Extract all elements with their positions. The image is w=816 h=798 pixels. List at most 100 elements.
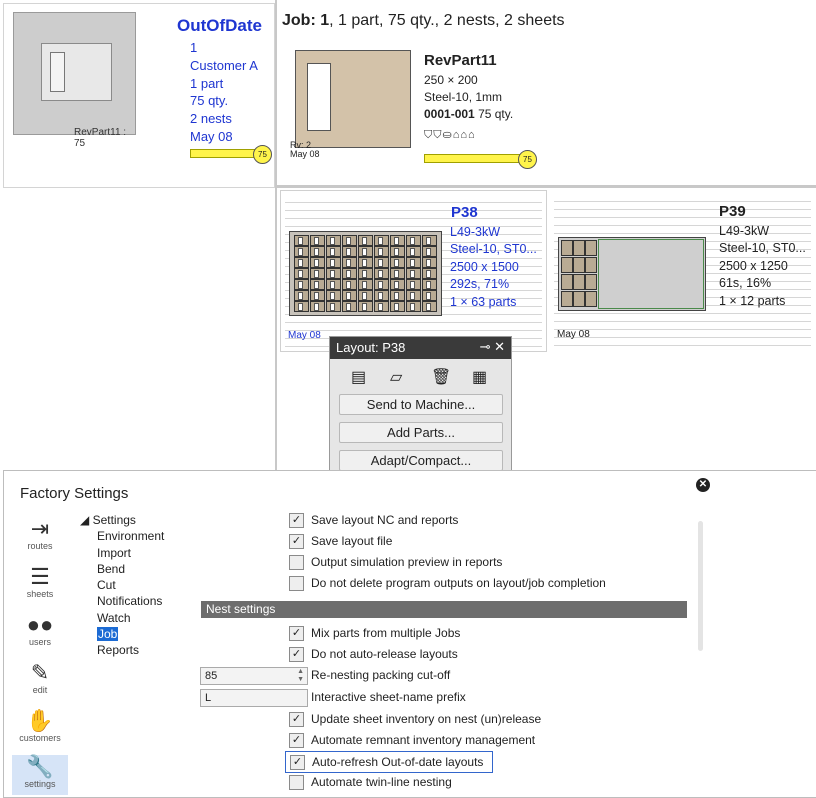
signpost-icon: ⇥ [30, 516, 50, 541]
section-header-nest-settings: Nest settings [201, 601, 687, 618]
tree-item-watch[interactable]: Watch [80, 610, 164, 626]
nested-part [342, 279, 357, 290]
nested-part [561, 257, 573, 273]
nested-part [310, 235, 325, 246]
job-status: OutOfDate [177, 16, 262, 35]
nest-stats: 292s, 71% [450, 277, 510, 292]
nested-part [294, 257, 309, 268]
sidebar-item-users[interactable]: ●● users [12, 613, 68, 648]
nested-part [561, 240, 573, 256]
option-auto-refresh[interactable]: ✓ Auto-refresh Out-of-date layouts [285, 751, 493, 773]
nest-parts: 1 × 12 parts [719, 293, 786, 308]
tree-item-import[interactable]: Import [80, 545, 164, 561]
nest-sheet-preview [558, 237, 706, 311]
layout-popup-name: P38 [382, 340, 406, 355]
tree-item-environment[interactable]: Environment [80, 528, 164, 544]
checkbox[interactable]: ✓ [289, 513, 304, 528]
document-icon[interactable]: ▤ [351, 367, 366, 387]
checkbox[interactable]: ✓ [289, 534, 304, 549]
job-number: 1 [190, 40, 198, 55]
tree-item-cut[interactable]: Cut [80, 577, 164, 593]
nested-part [326, 279, 341, 290]
part-date: May 08 [290, 149, 320, 159]
nested-part [358, 279, 373, 290]
nested-part [294, 268, 309, 279]
job-card[interactable]: RevPart11 : 75 OutOfDate 1 Customer A 1 … [3, 3, 275, 188]
nested-part [406, 290, 421, 301]
vertical-scrollbar[interactable] [698, 521, 703, 651]
nested-part [374, 301, 389, 312]
part-details: 250 × 200 Steel-10, 1mm 0001-001 75 qty. [424, 72, 513, 123]
sidebar-item-edit[interactable]: ✎ edit [12, 660, 68, 696]
checkbox[interactable]: ✓ [289, 712, 304, 727]
trash-icon[interactable]: 🗑 [431, 367, 451, 387]
sidebar-item-customers[interactable]: ✋ customers [12, 709, 68, 744]
factory-settings-panel: Factory Settings ✕ ⇥ routes ☰ sheets ●● … [3, 470, 816, 798]
nest-details: L49-3kW Steel-10, ST0... 2500 x 1250 61s… [719, 223, 806, 310]
checkbox[interactable] [289, 775, 304, 790]
settings-tree: ◢ Settings Environment Import Bend Cut N… [80, 512, 164, 659]
checkbox[interactable] [289, 555, 304, 570]
report-icon[interactable]: ▦ [472, 367, 487, 387]
nest-card-p39[interactable]: P39 L49-3kW Steel-10, ST0... 2500 x 1250… [550, 190, 815, 350]
nested-part [310, 246, 325, 257]
nest-date: May 08 [557, 329, 590, 340]
checkbox[interactable]: ✓ [290, 755, 305, 770]
nest-details: L49-3kW Steel-10, ST0... 2500 x 1500 292… [450, 224, 537, 311]
sheet-name-prefix-input[interactable]: L [200, 689, 308, 707]
spinner-icon[interactable]: ▲ ▼ [297, 668, 304, 684]
pin-close-icon[interactable]: ⊸ ✕ [480, 339, 505, 355]
sidebar-item-settings[interactable]: 🔧 settings [12, 755, 68, 795]
pencil-icon: ✎ [30, 660, 50, 685]
layout-popup-title: Layout: [336, 340, 383, 355]
nested-part [390, 257, 405, 268]
job-header-summary: , 1 part, 75 qty., 2 nests, 2 sheets [329, 12, 565, 29]
checkbox[interactable] [289, 576, 304, 591]
sidebar-item-sheets[interactable]: ☰ sheets [12, 564, 68, 600]
adapt-compact-button[interactable]: Adapt/Compact... [339, 450, 503, 471]
layout-popup-header[interactable]: Layout: P38 ⊸ ✕ [330, 337, 511, 359]
nested-part [573, 291, 585, 307]
nest-sheet-size: 2500 x 1250 [719, 258, 788, 273]
nested-part [390, 268, 405, 279]
part-process-icons: ⛉⛉⛀⌂⌂⌂ [424, 129, 476, 141]
checkbox[interactable]: ✓ [289, 733, 304, 748]
nest-card-p38[interactable]: P38 L49-3kW Steel-10, ST0... 2500 x 1500… [280, 190, 547, 352]
nested-part [406, 301, 421, 312]
part-thumbnail[interactable] [295, 50, 411, 148]
panel-divider[interactable] [275, 0, 277, 470]
nested-part [390, 235, 405, 246]
part-progress-bar [424, 154, 524, 163]
tree-item-bend[interactable]: Bend [80, 561, 164, 577]
nest-material: Steel-10, ST0... [450, 242, 537, 257]
close-icon[interactable]: ✕ [696, 478, 710, 492]
layout-popup[interactable]: Layout: P38 ⊸ ✕ ▤ ▱ 🗑 ▦ Send to Machine.… [329, 336, 512, 478]
checkbox[interactable]: ✓ [289, 647, 304, 662]
wrench-icon: 🔧 [26, 754, 54, 779]
repacking-cutoff-input[interactable]: 85 ▲ ▼ [200, 667, 308, 685]
job-qty: 75 qty. [190, 93, 229, 109]
part-progress-badge: 75 [518, 150, 537, 169]
part-qty: 75 qty. [478, 107, 514, 121]
tree-root-settings[interactable]: ◢ Settings [80, 512, 164, 528]
tree-item-notifications[interactable]: Notifications [80, 593, 164, 609]
add-parts-button[interactable]: Add Parts... [339, 422, 503, 443]
sheets-icon: ☰ [30, 564, 50, 589]
job-part-count: 1 part [190, 75, 224, 91]
nested-part [310, 301, 325, 312]
repacking-label: Re-nesting packing cut-off [311, 668, 451, 682]
checkbox[interactable]: ✓ [289, 626, 304, 641]
nested-part [310, 257, 325, 268]
job-header: Job: 1, 1 part, 75 qty., 2 nests, 2 shee… [282, 12, 565, 30]
sidebar-item-routes[interactable]: ⇥ routes [12, 516, 68, 552]
nested-part [310, 290, 325, 301]
edit-document-icon[interactable]: ▱ [390, 367, 402, 387]
nested-part [358, 235, 373, 246]
sidebar-label: sheets [26, 589, 54, 599]
tree-item-job[interactable]: Job [80, 626, 164, 642]
send-to-machine-button[interactable]: Send to Machine... [339, 394, 503, 415]
tree-item-reports[interactable]: Reports [80, 642, 164, 658]
nested-part [585, 274, 597, 290]
job-date: May 08 [190, 128, 233, 144]
nest-sheet-preview [289, 231, 442, 316]
